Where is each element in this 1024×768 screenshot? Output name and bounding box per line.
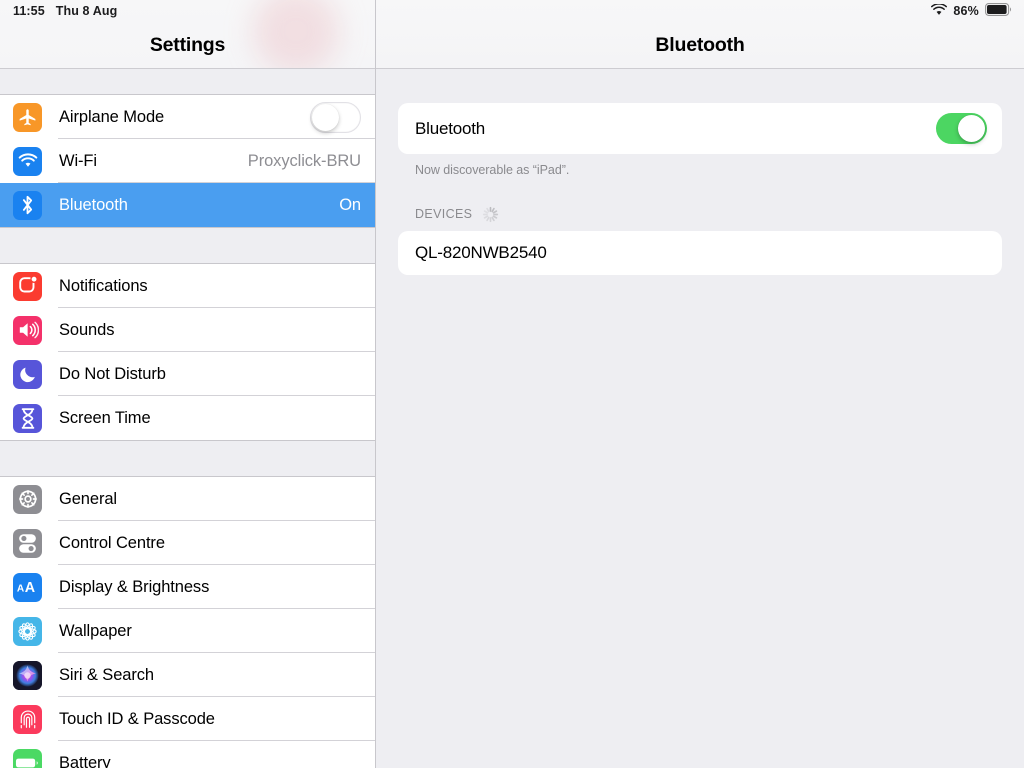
bluetooth-toggle-label: Bluetooth: [415, 119, 485, 139]
control-centre-icon: [13, 529, 42, 558]
sidebar-item-label: Notifications: [59, 277, 148, 296]
sidebar-item-label: Battery: [59, 754, 111, 768]
detail-header: Bluetooth: [376, 0, 1024, 69]
sidebar-item-siri-search[interactable]: Siri & Search: [0, 653, 375, 697]
devices-list-card: QL-820NWB2540: [398, 231, 1002, 275]
sidebar-item-wallpaper[interactable]: Wallpaper: [0, 609, 375, 653]
group-spacer: [0, 441, 375, 476]
sidebar-item-label: Control Centre: [59, 534, 165, 553]
sidebar-item-label: Bluetooth: [59, 196, 128, 215]
notifications-icon: [13, 272, 42, 301]
group-spacer: [0, 69, 375, 94]
device-rows: QL-820NWB2540: [398, 231, 1002, 275]
sidebar-item-value: Proxyclick-BRU: [248, 152, 361, 171]
devices-header-label: DEVICES: [415, 207, 472, 221]
discoverable-footnote: Now discoverable as “iPad”.: [398, 163, 1002, 177]
activity-spinner-icon: [482, 206, 499, 223]
airplane-mode-toggle-switch[interactable]: [310, 102, 361, 133]
sidebar-item-do-not-disturb[interactable]: Do Not Disturb: [0, 352, 375, 396]
detail-body: Bluetooth Now discoverable as “iPad”. DE…: [376, 103, 1024, 275]
bluetooth-toggle-row[interactable]: Bluetooth: [398, 103, 1002, 154]
sidebar-item-value: On: [339, 196, 361, 215]
wallpaper-blur-decoration: [253, 0, 339, 69]
sidebar-item-touch-id-passcode[interactable]: Touch ID & Passcode: [0, 697, 375, 741]
sidebar-item-label: Wi-Fi: [59, 152, 97, 171]
sidebar-item-label: Touch ID & Passcode: [59, 710, 215, 729]
sidebar-item-label: Siri & Search: [59, 666, 154, 685]
sidebar-item-wi-fi[interactable]: Wi-Fi Proxyclick-BRU: [0, 139, 375, 183]
sidebar-groups: Airplane Mode Wi-Fi Proxyclick-BRU Bluetoot…: [0, 94, 375, 768]
sidebar-item-label: Wallpaper: [59, 622, 132, 641]
bluetooth-toggle-card: Bluetooth: [398, 103, 1002, 154]
sidebar-item-label: Display & Brightness: [59, 578, 209, 597]
moon-icon: [13, 360, 42, 389]
toggle-knob: [312, 104, 339, 131]
settings-sidebar: Settings Airplane Mode Wi-Fi Proxyclick-BR…: [0, 0, 376, 768]
bluetooth-icon: [13, 191, 42, 220]
hourglass-icon: [13, 404, 42, 433]
sidebar-item-battery[interactable]: Battery: [0, 741, 375, 768]
device-list-item[interactable]: QL-820NWB2540: [398, 231, 1002, 275]
sidebar-scroll-area[interactable]: Airplane Mode Wi-Fi Proxyclick-BRU Bluetoot…: [0, 69, 375, 768]
sidebar-item-airplane-mode[interactable]: Airplane Mode: [0, 95, 375, 139]
display-brightness-icon: AA: [13, 573, 42, 602]
svg-text:A: A: [16, 584, 24, 595]
battery-green-icon: [13, 749, 42, 768]
sidebar-header: Settings: [0, 0, 375, 69]
sidebar-item-general[interactable]: General: [0, 477, 375, 521]
sidebar-item-label: Screen Time: [59, 409, 151, 428]
detail-page-title: Bluetooth: [655, 34, 744, 57]
sidebar-item-label: Airplane Mode: [59, 108, 164, 127]
sidebar-item-display-brightness[interactable]: AA Display & Brightness: [0, 565, 375, 609]
wifi-icon: [13, 147, 42, 176]
gear-icon: [13, 485, 42, 514]
toggle-knob: [958, 115, 985, 142]
sidebar-item-screen-time[interactable]: Screen Time: [0, 396, 375, 440]
sidebar-item-label: Do Not Disturb: [59, 365, 166, 384]
siri-icon: [13, 661, 42, 690]
device-name: QL-820NWB2540: [415, 243, 547, 263]
sidebar-item-control-centre[interactable]: Control Centre: [0, 521, 375, 565]
svg-text:A: A: [24, 580, 34, 596]
sidebar-item-sounds[interactable]: Sounds: [0, 308, 375, 352]
sidebar-item-label: General: [59, 490, 117, 509]
devices-section-header: DEVICES: [398, 205, 1002, 223]
airplane-icon: [13, 103, 42, 132]
page-title: Settings: [150, 34, 225, 57]
group-spacer: [0, 228, 375, 263]
sounds-icon: [13, 316, 42, 345]
sidebar-group: Notifications Sounds Do Not Disturb Screen …: [0, 263, 375, 441]
ipad-settings-screen: Settings Airplane Mode Wi-Fi Proxyclick-BR…: [0, 0, 1024, 768]
sidebar-item-bluetooth[interactable]: Bluetooth On: [0, 183, 375, 227]
sidebar-group: Airplane Mode Wi-Fi Proxyclick-BRU Bluetoot…: [0, 94, 375, 228]
sidebar-item-notifications[interactable]: Notifications: [0, 264, 375, 308]
fingerprint-icon: [13, 705, 42, 734]
bluetooth-toggle-switch[interactable]: [936, 113, 987, 144]
bluetooth-detail-pane: Bluetooth Bluetooth Now discoverable as …: [376, 0, 1024, 768]
sidebar-item-label: Sounds: [59, 321, 114, 340]
sidebar-group: General Control Centre AA Display & Brightn…: [0, 476, 375, 768]
wallpaper-icon: [13, 617, 42, 646]
